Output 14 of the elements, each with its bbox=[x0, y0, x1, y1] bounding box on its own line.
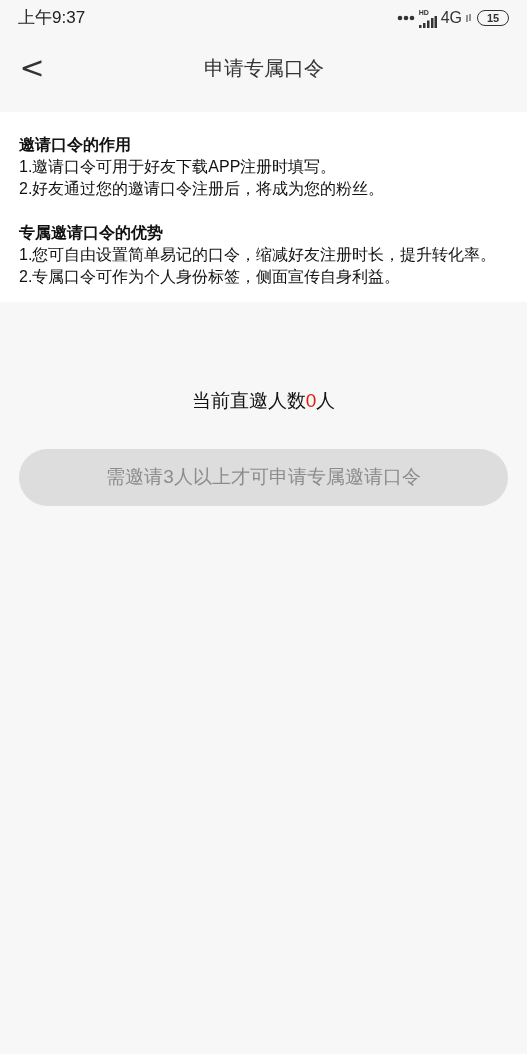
signal-icon bbox=[418, 15, 437, 28]
data-arrows-icon bbox=[466, 14, 471, 22]
invite-count-text: 当前直邀人数0人 bbox=[191, 389, 336, 413]
info-text: 2.专属口令可作为个人身份标签，侧面宣传自身利益。 bbox=[19, 267, 402, 287]
info-text: 1.邀请口令可用于好友下载APP注册时填写。 bbox=[19, 157, 338, 177]
info-text: 2.好友通过您的邀请口令注册后，将成为您的粉丝。 bbox=[19, 179, 386, 199]
network-type: 4G bbox=[440, 8, 462, 28]
back-button[interactable]: < bbox=[18, 50, 46, 86]
section-heading: 邀请口令的作用 bbox=[19, 135, 132, 155]
more-dots-icon bbox=[396, 15, 415, 21]
info-text: 1.您可自由设置简单易记的口令，缩减好友注册时长，提升转化率。 bbox=[19, 245, 498, 265]
page-title: 申请专属口令 bbox=[203, 56, 324, 81]
section-heading: 专属邀请口令的优势 bbox=[19, 223, 164, 243]
status-time: 上午9:37 bbox=[18, 7, 86, 30]
